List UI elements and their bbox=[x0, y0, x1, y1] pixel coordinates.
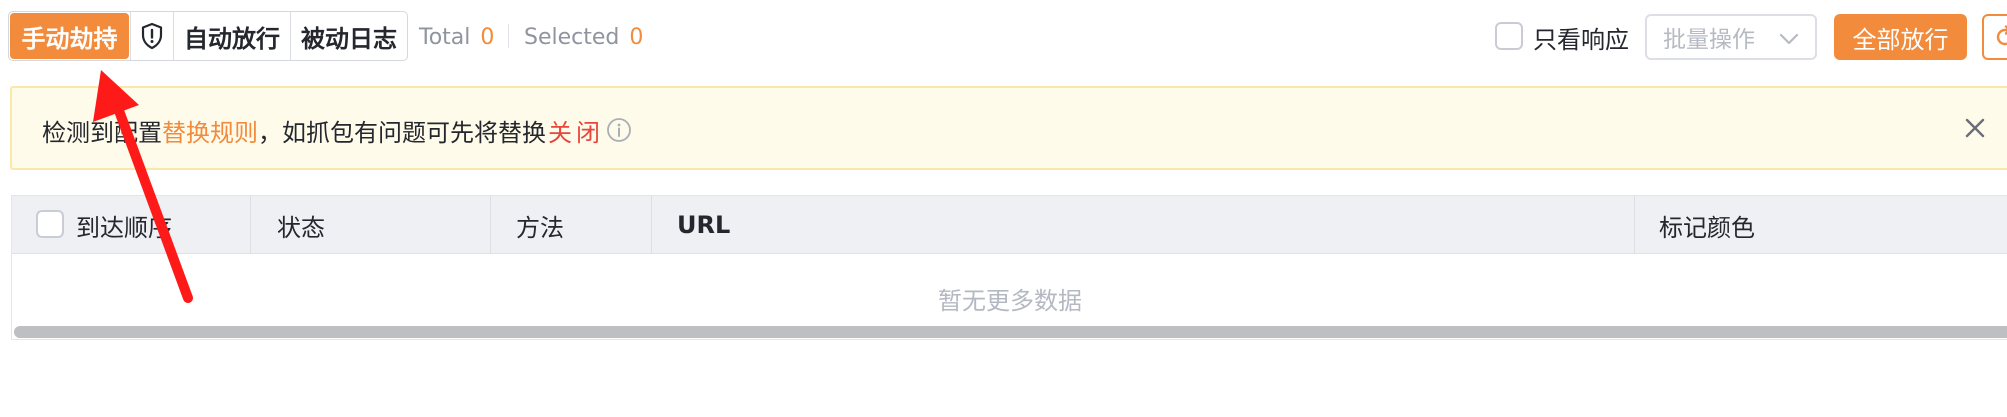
batch-operation-select[interactable]: 批量操作 bbox=[1645, 14, 1817, 60]
column-header-mark-color[interactable]: 标记颜色 bbox=[1659, 196, 1755, 254]
tab-auto-release[interactable]: 自动放行 bbox=[174, 11, 290, 61]
empty-state-text: 暂无更多数据 bbox=[938, 286, 1082, 315]
horizontal-scrollbar-thumb[interactable] bbox=[14, 326, 2007, 338]
column-divider bbox=[250, 196, 251, 254]
release-all-button[interactable]: 全部放行 bbox=[1834, 14, 1967, 60]
column-divider bbox=[1634, 196, 1635, 254]
only-response-checkbox[interactable] bbox=[1495, 22, 1523, 50]
tab-manual-hijack[interactable]: 手动劫持 bbox=[10, 13, 129, 59]
only-response-label[interactable]: 只看响应 bbox=[1533, 20, 1629, 54]
selected-count: Selected 0 bbox=[524, 22, 643, 52]
alert-text-before: 检测到配置 bbox=[42, 118, 162, 147]
column-header-status[interactable]: 状态 bbox=[277, 196, 325, 254]
alert-message: 检测到配置 替换规则 ，如抓包有问题可先将替换 关闭 bbox=[42, 112, 632, 148]
total-label: Total bbox=[419, 24, 471, 50]
column-divider bbox=[490, 196, 491, 254]
refresh-icon bbox=[1996, 25, 2007, 46]
info-icon[interactable] bbox=[606, 117, 632, 143]
selected-value: 0 bbox=[629, 24, 644, 50]
shield-icon[interactable] bbox=[131, 13, 173, 59]
selected-label: Selected bbox=[524, 24, 620, 50]
column-divider bbox=[651, 196, 652, 254]
chevron-down-icon bbox=[1779, 33, 1799, 45]
refresh-button[interactable] bbox=[1982, 14, 2007, 60]
column-header-arrival-order[interactable]: 到达顺序 bbox=[76, 196, 172, 254]
total-value: 0 bbox=[480, 24, 495, 50]
select-all-checkbox[interactable] bbox=[36, 210, 64, 238]
stat-divider bbox=[508, 24, 509, 48]
total-count: Total 0 bbox=[419, 22, 494, 52]
column-header-method[interactable]: 方法 bbox=[516, 196, 564, 254]
alert-text-after: ，如抓包有问题可先将替换 bbox=[258, 118, 546, 147]
disable-replace-link[interactable]: 关闭 bbox=[548, 113, 604, 148]
close-icon[interactable] bbox=[1960, 113, 1990, 143]
tab-passive-log[interactable]: 被动日志 bbox=[291, 11, 407, 61]
batch-select-placeholder: 批量操作 bbox=[1663, 27, 1755, 53]
replace-rules-link[interactable]: 替换规则 bbox=[162, 113, 258, 148]
column-header-url[interactable]: URL bbox=[677, 196, 730, 254]
